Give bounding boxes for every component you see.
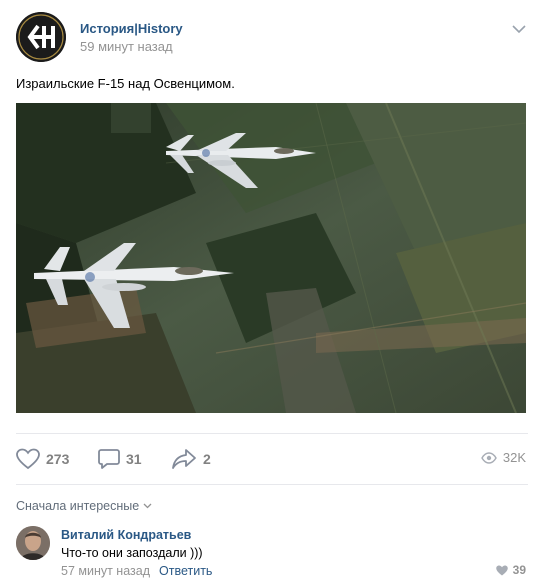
post-divider bbox=[16, 433, 528, 434]
views-count: 32K bbox=[502, 450, 526, 465]
post-card: История|History 59 минут назад Израильск… bbox=[0, 0, 544, 583]
chevron-down-icon bbox=[143, 503, 152, 509]
share-button[interactable]: 2 bbox=[171, 446, 211, 472]
post-text: Израильские F-15 над Освенцимом. bbox=[16, 76, 235, 91]
like-count: 273 bbox=[46, 451, 70, 467]
group-avatar[interactable] bbox=[16, 12, 66, 62]
comments-divider bbox=[16, 484, 528, 485]
share-count: 2 bbox=[203, 451, 211, 467]
post-photo[interactable] bbox=[16, 103, 526, 413]
comment-bubble-icon bbox=[98, 449, 120, 469]
comment-item: Виталий Кондратьев Что-то они запоздали … bbox=[16, 520, 528, 580]
post-actions: 273 31 2 32K bbox=[16, 446, 528, 474]
share-arrow-icon bbox=[172, 449, 196, 469]
reply-link[interactable]: Ответить bbox=[159, 564, 212, 578]
comment-author-avatar[interactable] bbox=[16, 526, 50, 560]
comment-like-button[interactable]: 39 bbox=[495, 563, 526, 577]
eye-icon bbox=[481, 451, 497, 464]
group-name-link[interactable]: История|History bbox=[80, 21, 183, 36]
avatar bbox=[16, 526, 50, 560]
comment-button[interactable]: 31 bbox=[98, 446, 142, 472]
like-button[interactable]: 273 bbox=[16, 446, 69, 472]
comments-sort-dropdown[interactable]: Сначала интересные bbox=[16, 499, 152, 513]
sort-label: Сначала интересные bbox=[16, 499, 140, 513]
comment-text: Что-то они запоздали ))) bbox=[61, 546, 203, 560]
comment-count: 31 bbox=[126, 451, 142, 467]
f15-photo-image bbox=[16, 103, 526, 413]
comment-time[interactable]: 57 минут назад bbox=[61, 564, 150, 578]
heart-icon bbox=[495, 565, 508, 575]
heart-icon bbox=[16, 448, 40, 470]
eh-logo-icon bbox=[16, 12, 66, 62]
post-time[interactable]: 59 минут назад bbox=[80, 39, 173, 54]
comment-like-count: 39 bbox=[512, 563, 526, 577]
comment-author-link[interactable]: Виталий Кондратьев bbox=[61, 528, 191, 542]
post-header: История|History 59 минут назад bbox=[16, 12, 528, 64]
chevron-down-icon[interactable] bbox=[512, 24, 526, 34]
views-counter: 32K bbox=[481, 450, 526, 465]
